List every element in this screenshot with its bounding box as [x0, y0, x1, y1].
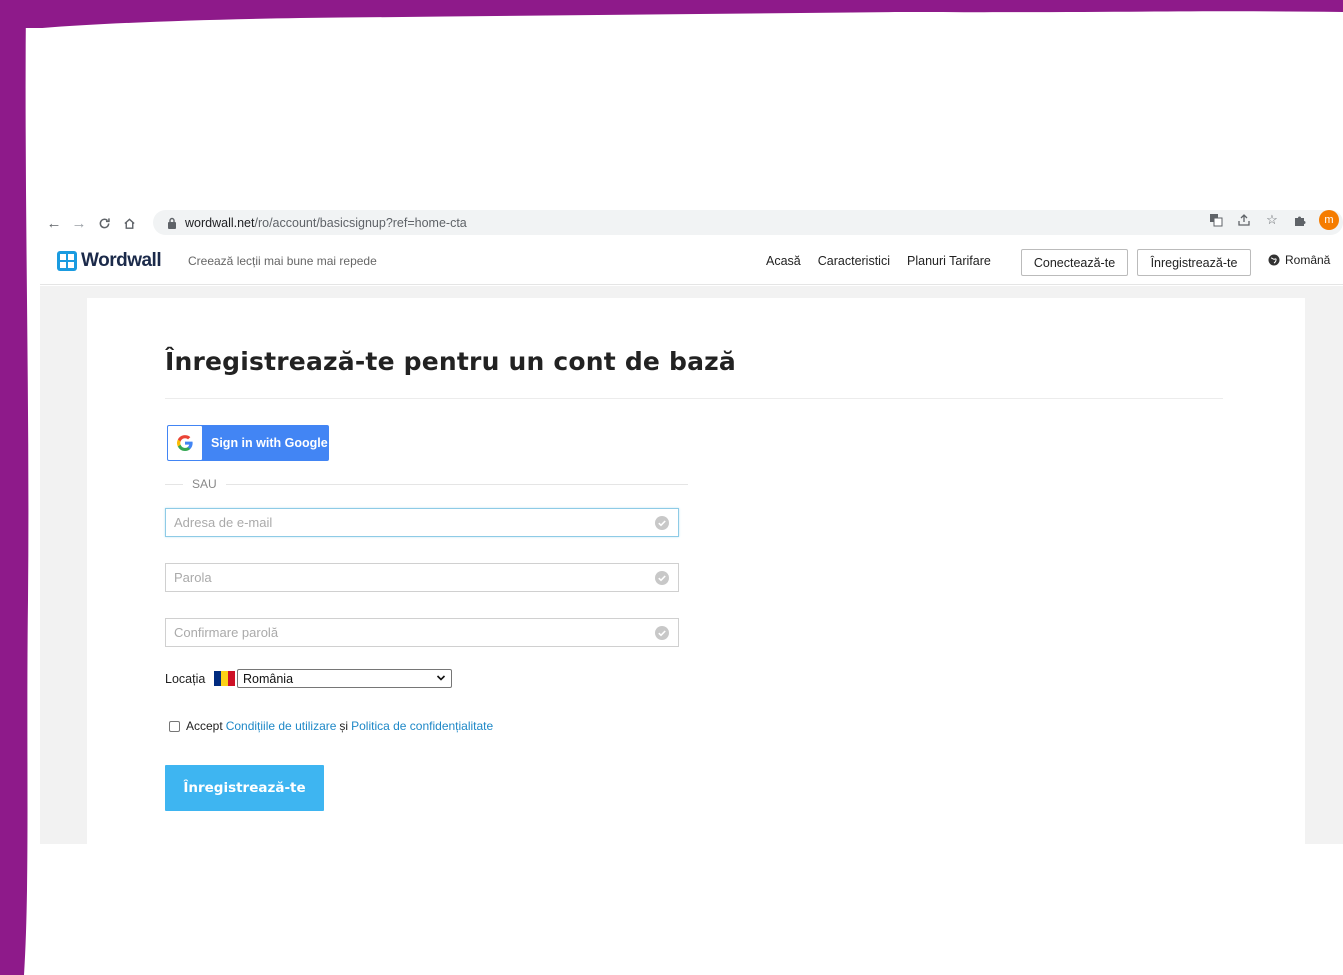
email-field[interactable] [165, 508, 679, 537]
browser-extensions: ☆ m [1207, 210, 1343, 230]
extensions-puzzle-icon[interactable] [1291, 211, 1309, 229]
share-icon[interactable] [1235, 211, 1253, 229]
check-circle-icon [655, 571, 669, 585]
check-circle-icon [655, 626, 669, 640]
lock-icon [168, 217, 176, 229]
reload-icon[interactable] [93, 212, 115, 234]
title-divider [165, 398, 1223, 399]
accept-text: Accept [186, 719, 223, 733]
back-arrow-icon[interactable]: ← [43, 212, 65, 234]
privacy-link[interactable]: Politica de confidențialitate [351, 719, 493, 733]
home-icon[interactable] [118, 212, 140, 234]
nav-link-pricing[interactable]: Planuri Tarifare [907, 254, 991, 268]
location-label: Locația [165, 672, 206, 686]
header-signup-button[interactable]: Înregistrează-te [1137, 249, 1251, 276]
site-header: Wordwall Creează lecții mai bune mai rep… [40, 238, 1343, 285]
nav-link-features[interactable]: Caracteristici [818, 254, 890, 268]
romania-flag-icon [214, 671, 235, 686]
language-label: Română [1285, 253, 1331, 267]
accept-terms-row: Accept Condițiile de utilizare și Politi… [169, 719, 493, 733]
signup-submit-button[interactable]: Înregistrează-te [165, 765, 324, 811]
terms-link[interactable]: Condițiile de utilizare [226, 719, 337, 733]
bookmark-star-icon[interactable]: ☆ [1263, 211, 1281, 229]
accept-terms-checkbox[interactable] [169, 720, 180, 732]
confirm-password-input[interactable] [166, 619, 646, 646]
check-circle-icon [655, 516, 669, 530]
password-input[interactable] [166, 564, 646, 591]
globe-icon [1268, 254, 1280, 266]
country-select[interactable]: România [237, 669, 452, 688]
wordwall-logo-icon [57, 251, 77, 271]
or-text: SAU [183, 477, 226, 491]
password-field[interactable] [165, 563, 679, 592]
page-title: Înregistrează-te pentru un cont de bază [165, 347, 736, 376]
main-nav: Acasă Caracteristici Planuri Tarifare [766, 254, 991, 268]
address-bar[interactable]: wordwall.net/ro/account/basicsignup?ref=… [153, 210, 1343, 235]
nav-link-home[interactable]: Acasă [766, 254, 801, 268]
decorative-frame-left [0, 0, 29, 975]
or-divider [165, 484, 688, 485]
logo-text: Wordwall [81, 250, 162, 271]
url-text: wordwall.net/ro/account/basicsignup?ref=… [185, 215, 467, 230]
browser-toolbar: ← → wordwall.net/ro/account/basicsignup?… [40, 208, 1343, 238]
profile-avatar[interactable]: m [1319, 210, 1339, 230]
and-text: și [339, 719, 349, 733]
google-signin-label: Sign in with Google [211, 436, 328, 450]
country-selected-value: România [243, 671, 294, 686]
tagline: Creează lecții mai bune mai repede [188, 254, 377, 268]
google-logo-icon [168, 426, 202, 460]
chevron-down-icon [436, 675, 446, 681]
language-selector[interactable]: Română [1268, 253, 1330, 267]
forward-arrow-icon[interactable]: → [68, 212, 90, 234]
email-input[interactable] [166, 509, 646, 536]
login-button[interactable]: Conectează-te [1021, 249, 1128, 276]
decorative-frame-top [0, 0, 1343, 28]
google-signin-button[interactable]: Sign in with Google [167, 425, 329, 461]
wordwall-logo[interactable]: Wordwall [57, 250, 162, 272]
translate-icon[interactable] [1207, 211, 1225, 229]
confirm-password-field[interactable] [165, 618, 679, 647]
